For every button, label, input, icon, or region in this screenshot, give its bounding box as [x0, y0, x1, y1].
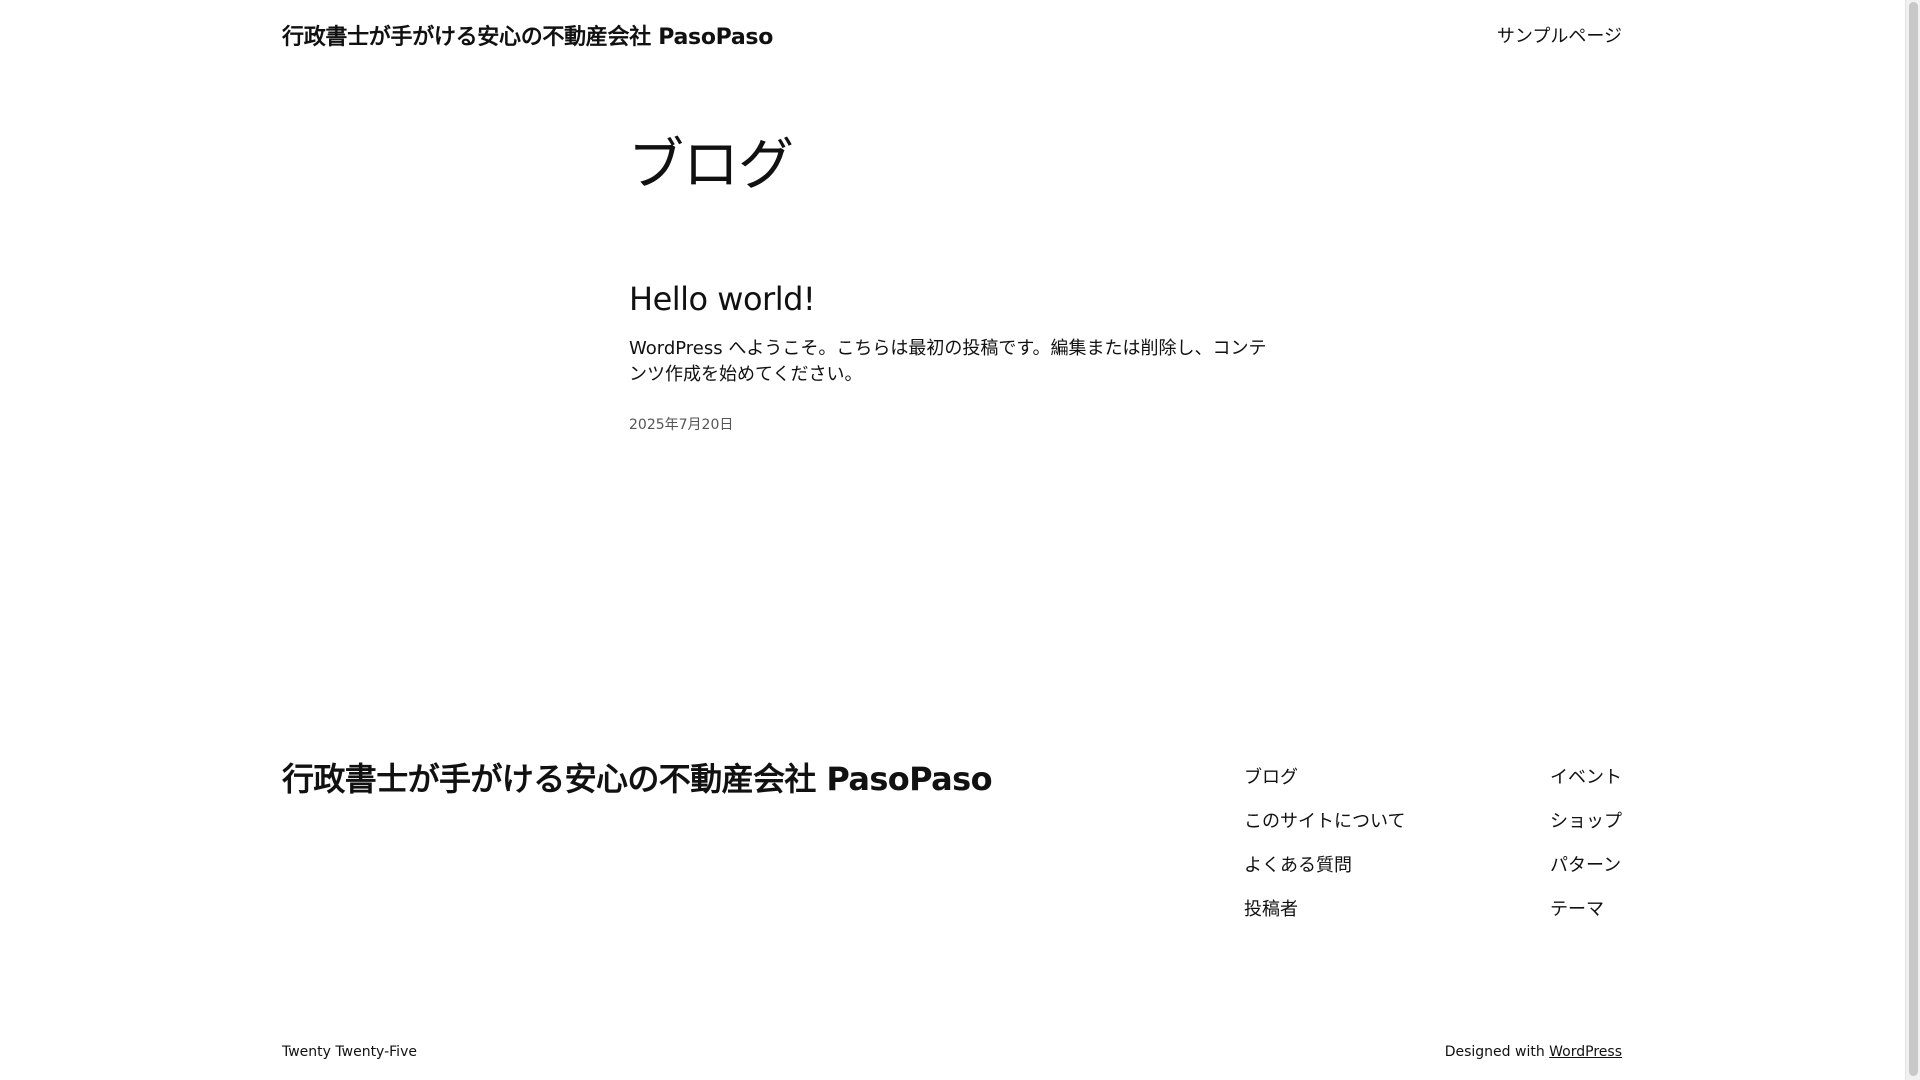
footer-link-blog[interactable]: ブログ — [1244, 756, 1405, 800]
theme-name: Twenty Twenty-Five — [282, 1044, 417, 1060]
post-title: Hello world! — [629, 280, 1269, 318]
post-date: 2025年7月20日 — [629, 417, 734, 434]
page-title: ブログ — [628, 133, 794, 198]
designed-with: Designed with WordPress — [1445, 1044, 1622, 1060]
vertical-scrollbar[interactable] — [1905, 0, 1920, 1080]
wordpress-link[interactable]: WordPress — [1549, 1044, 1622, 1060]
scrollbar-thumb[interactable] — [1909, 2, 1918, 1076]
footer-bottom-bar: Twenty Twenty-Five Designed with WordPre… — [282, 1044, 1622, 1060]
nav-item-sample-page[interactable]: サンプルページ — [1497, 26, 1622, 47]
post-item: Hello world! WordPress へようこそ。こちらは最初の投稿です… — [629, 280, 1269, 434]
footer-nav-column-right: イベント ショップ パターン テーマ — [1550, 756, 1622, 932]
footer-link-authors[interactable]: 投稿者 — [1244, 888, 1405, 932]
header-nav: サンプルページ — [1497, 22, 1622, 48]
footer-link-themes[interactable]: テーマ — [1550, 888, 1622, 932]
site-title-link[interactable]: 行政書士が手がける安心の不動産会社 PasoPaso — [282, 19, 773, 51]
footer-nav: ブログ このサイトについて よくある質問 投稿者 イベント ショップ パターン … — [1244, 756, 1622, 932]
footer-link-about[interactable]: このサイトについて — [1244, 800, 1405, 844]
post-title-link[interactable]: Hello world! — [629, 280, 816, 318]
site-header: 行政書士が手がける安心の不動産会社 PasoPaso サンプルページ — [282, 20, 1622, 50]
footer-nav-column-left: ブログ このサイトについて よくある質問 投稿者 — [1244, 756, 1405, 932]
footer-link-faq[interactable]: よくある質問 — [1244, 844, 1405, 888]
footer-link-patterns[interactable]: パターン — [1550, 844, 1622, 888]
footer-site-title-link[interactable]: 行政書士が手がける安心の不動産会社 PasoPaso — [282, 754, 993, 800]
designed-with-text: Designed with — [1444, 1044, 1545, 1060]
footer-link-events[interactable]: イベント — [1550, 756, 1622, 800]
post-excerpt: WordPress へようこそ。こちらは最初の投稿です。編集または削除し、コンテ… — [629, 338, 1267, 386]
footer-link-shop[interactable]: ショップ — [1550, 800, 1622, 844]
page: 行政書士が手がける安心の不動産会社 PasoPaso サンプルページ ブログ H… — [0, 0, 1920, 1080]
